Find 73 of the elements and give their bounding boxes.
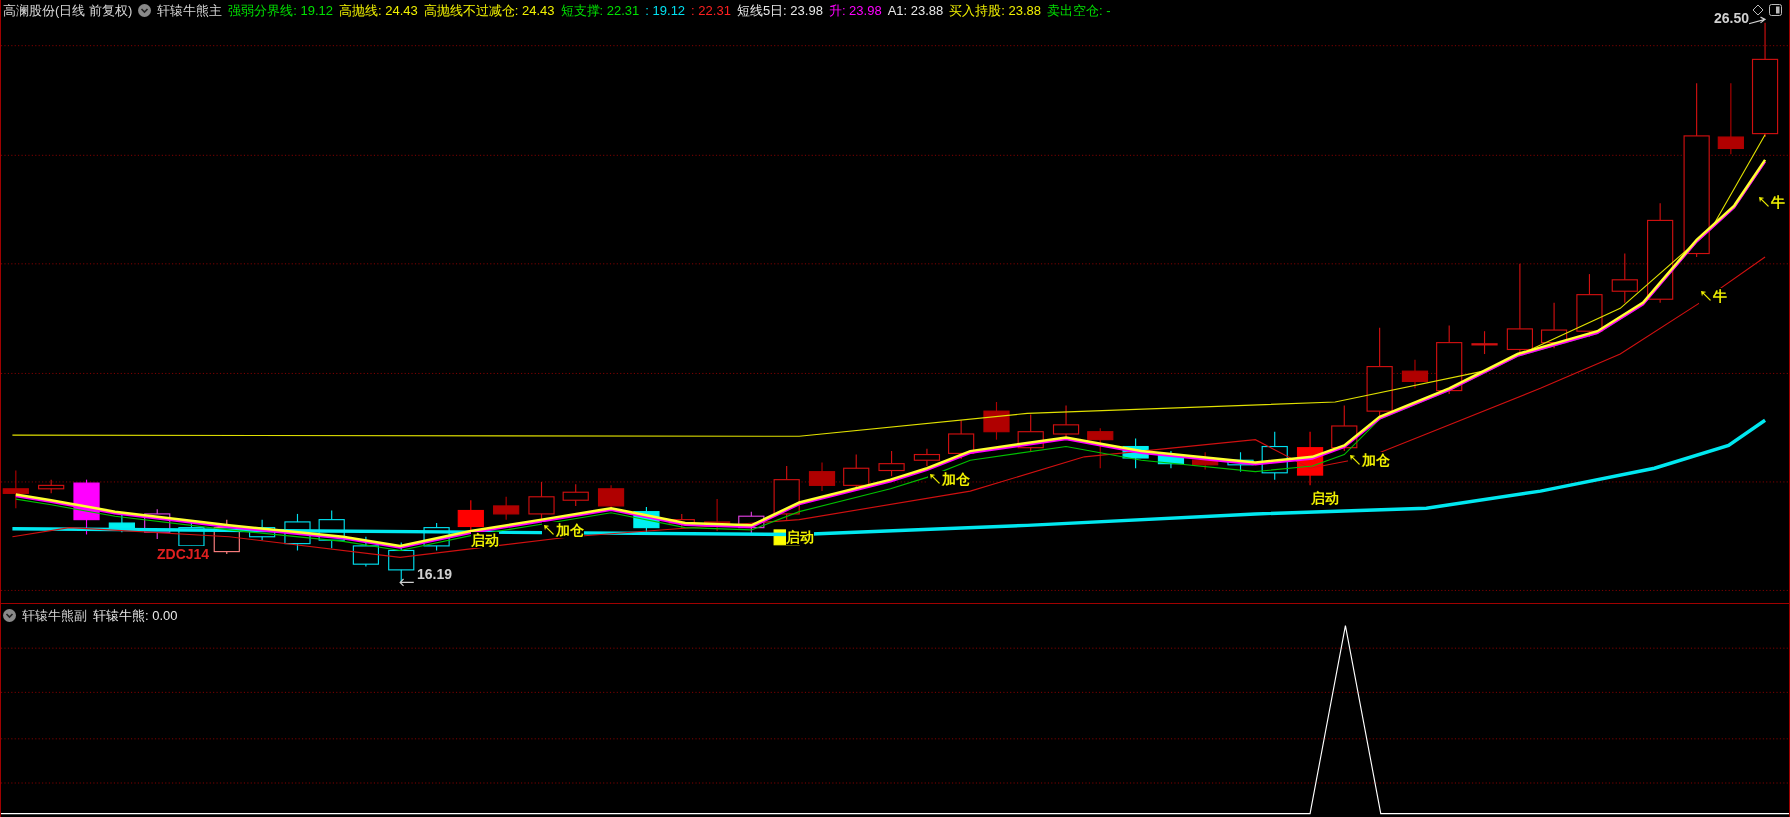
legend-value: 轩辕牛熊: 0.00 bbox=[93, 607, 178, 625]
candlestick bbox=[73, 479, 100, 536]
candlestick bbox=[1541, 302, 1568, 349]
indicator-name: 轩辕牛熊主 bbox=[157, 2, 223, 20]
chart-annotation: 启动 bbox=[1311, 490, 1339, 506]
legend-value: 高抛线: 24.43 bbox=[339, 2, 418, 20]
candlestick bbox=[528, 481, 555, 521]
chart-annotation: 26.50 bbox=[1714, 10, 1750, 26]
chart-annotation: 16.19 bbox=[417, 566, 453, 582]
candlestick bbox=[1261, 431, 1288, 481]
diamond-icon[interactable] bbox=[1752, 4, 1764, 16]
candlestick bbox=[1122, 438, 1149, 469]
legend-value: 买入持股: 23.88 bbox=[949, 2, 1042, 20]
chart-annotation: ↖加仓 bbox=[1348, 452, 1390, 468]
chart-title: 高澜股份(日线 前复权) bbox=[3, 2, 133, 20]
chart-annotation: ↖加仓 bbox=[928, 471, 970, 487]
chart-annotation: 启动 bbox=[786, 529, 814, 545]
candlestick bbox=[948, 419, 975, 460]
candlestick bbox=[457, 499, 484, 532]
candlestick bbox=[1087, 427, 1114, 469]
candlestick bbox=[423, 522, 450, 552]
candlestick bbox=[668, 513, 695, 529]
candlestick bbox=[704, 498, 731, 532]
panel-toggle-icon[interactable] bbox=[1769, 4, 1782, 16]
legend-value: : 19.12 bbox=[645, 2, 686, 20]
candlestick bbox=[878, 450, 905, 477]
chart-annotation: ZDCJ14 bbox=[157, 546, 210, 562]
candlestick bbox=[213, 519, 240, 555]
arrow-icon bbox=[1747, 16, 1767, 25]
dropdown-icon[interactable] bbox=[3, 609, 16, 623]
legend-value: A1: 23.88 bbox=[887, 2, 944, 20]
legend-value: 短支撑: 22.31 bbox=[560, 2, 640, 20]
arrow-icon bbox=[399, 578, 415, 587]
dropdown-icon[interactable] bbox=[138, 4, 152, 18]
candlestick bbox=[1017, 414, 1044, 452]
candlestick bbox=[562, 483, 589, 507]
candlestick bbox=[2, 469, 29, 509]
candlestick bbox=[108, 513, 135, 533]
candlestick bbox=[144, 508, 171, 540]
chart-annotation: 启动 bbox=[471, 532, 499, 548]
candlestick bbox=[284, 513, 311, 552]
candlestick bbox=[597, 484, 625, 509]
chart-annotation: ↖牛 bbox=[1699, 288, 1727, 304]
candlestick bbox=[1436, 324, 1463, 395]
legend-value: 高抛线不过减仓: 24.43 bbox=[423, 2, 555, 20]
candlestick bbox=[773, 465, 800, 521]
candlestick bbox=[913, 448, 941, 467]
candlestick bbox=[1611, 252, 1638, 304]
candlestick bbox=[1471, 330, 1498, 355]
chart-annotation: ↖加仓 bbox=[542, 522, 584, 538]
candlestick bbox=[38, 479, 65, 494]
candlestick bbox=[808, 461, 836, 492]
candlestick bbox=[1296, 431, 1324, 486]
candlestick bbox=[388, 541, 415, 583]
legend-value: 升: 23.98 bbox=[828, 2, 882, 20]
candlestick bbox=[633, 506, 660, 533]
candlestick bbox=[318, 509, 345, 549]
candlestick bbox=[1331, 404, 1358, 452]
candlestick bbox=[1157, 450, 1185, 469]
legend-value: 卖出空仓: - bbox=[1047, 2, 1111, 20]
candlestick bbox=[1227, 451, 1254, 473]
legend-value: : 22.31 bbox=[691, 2, 731, 20]
candlestick bbox=[493, 496, 520, 521]
candlestick bbox=[1192, 451, 1219, 470]
legend-value: 短线5日: 23.98 bbox=[736, 2, 823, 20]
indicator-name: 轩辕牛熊副 bbox=[22, 607, 87, 625]
candlestick bbox=[1401, 359, 1429, 389]
candlestick bbox=[352, 536, 379, 568]
chart-annotation: ↖牛 bbox=[1757, 194, 1785, 210]
candlestick bbox=[1576, 273, 1603, 338]
candlestick bbox=[249, 519, 276, 541]
candlestick bbox=[983, 401, 1010, 441]
legend-value: 强弱分界线: 19.12 bbox=[228, 2, 334, 20]
